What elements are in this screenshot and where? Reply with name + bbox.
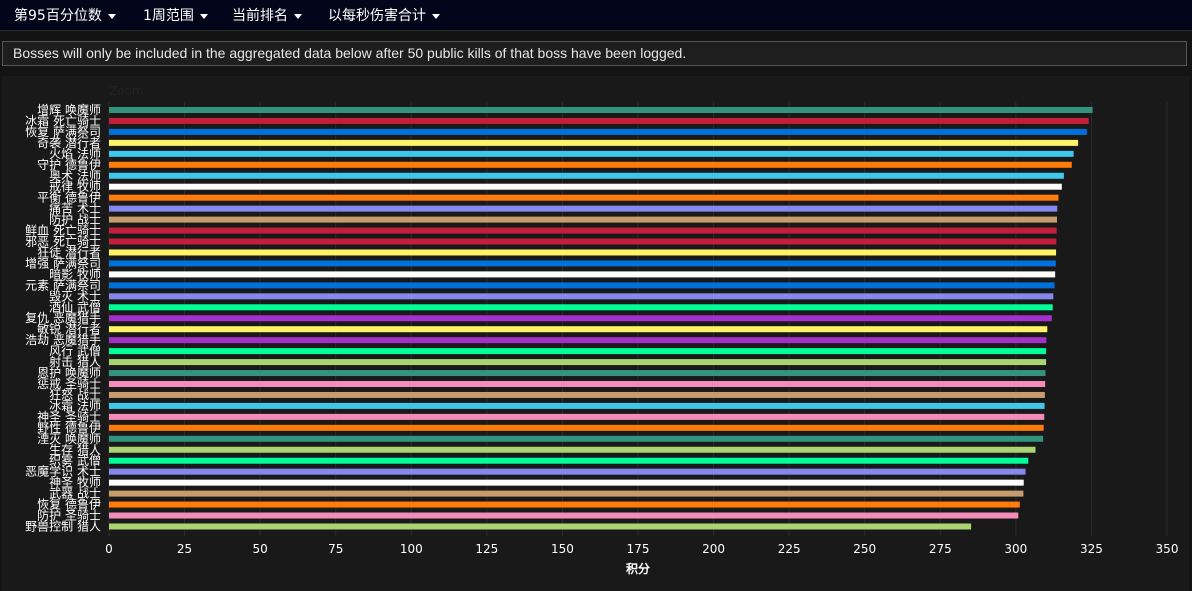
ranking-label: 当前排名 — [232, 8, 288, 24]
bar[interactable] — [109, 227, 1057, 234]
bar[interactable] — [109, 216, 1057, 223]
bar[interactable] — [109, 117, 1089, 124]
bar[interactable] — [109, 468, 1026, 475]
bar[interactable] — [109, 194, 1059, 201]
bar[interactable] — [109, 293, 1054, 300]
bar[interactable] — [109, 315, 1052, 322]
bar[interactable] — [109, 446, 1036, 453]
x-tick-label: 250 — [853, 542, 876, 556]
chevron-down-icon — [294, 13, 302, 19]
bar[interactable] — [109, 479, 1024, 486]
bar[interactable] — [109, 107, 1093, 113]
top-toolbar: 第95百分位数 1周范围 当前排名 以每秒伤害合计 — [0, 0, 1192, 31]
zoom-label[interactable]: Zoom — [109, 84, 144, 98]
ranking-dropdown[interactable]: 当前排名 — [232, 5, 302, 25]
x-tick-label: 125 — [475, 542, 498, 556]
bar[interactable] — [109, 359, 1047, 366]
bar[interactable] — [109, 457, 1029, 464]
bar[interactable] — [109, 238, 1057, 245]
x-tick-label: 50 — [253, 542, 268, 556]
chevron-down-icon — [199, 13, 208, 19]
range-dropdown[interactable]: 1周范围 — [143, 5, 208, 25]
chevron-down-icon — [432, 13, 440, 19]
bar[interactable] — [109, 205, 1058, 212]
chevron-down-icon — [107, 13, 116, 19]
x-tick-label: 100 — [400, 542, 423, 556]
x-tick-label: 350 — [1156, 542, 1179, 556]
metric-label: 以每秒伤害合计 — [328, 8, 426, 24]
y-axis-label: 野兽控制 猎人 — [25, 519, 101, 533]
percentile-dropdown[interactable]: 第95百分位数 — [14, 5, 116, 25]
x-tick-label: 0 — [105, 542, 113, 556]
bars — [109, 107, 1093, 530]
bar[interactable] — [109, 490, 1024, 497]
bar[interactable] — [109, 139, 1079, 146]
bar-chart: Zoom 增辉 唤魔师冰霜 死亡骑士恢复 萨满祭司奇袭 潜行者火焰 法师守护 德… — [25, 84, 1178, 576]
bar[interactable] — [109, 523, 972, 530]
bar[interactable] — [109, 249, 1057, 256]
x-tick-label: 175 — [627, 542, 650, 556]
chart-container: Zoom 增辉 唤魔师 冰霜 死亡骑士 恢复 萨满祭司 奇袭 潜行者 火焰 法师 守护 德… — [2, 76, 1189, 591]
percentile-label: 第95百分位数 — [14, 8, 102, 24]
bar[interactable] — [109, 161, 1072, 168]
bar[interactable] — [109, 391, 1045, 398]
bar[interactable] — [109, 304, 1053, 311]
x-tick-label: 150 — [551, 542, 574, 556]
bar[interactable] — [109, 413, 1045, 420]
notice-banner: Bosses will only be included in the aggr… — [2, 41, 1187, 66]
bar[interactable] — [109, 172, 1064, 179]
x-tick-label: 225 — [778, 542, 801, 556]
bar[interactable] — [109, 370, 1046, 377]
bar[interactable] — [109, 326, 1048, 333]
x-tick-label: 200 — [702, 542, 725, 556]
x-tick-label: 25 — [177, 542, 192, 556]
bar[interactable] — [109, 402, 1045, 409]
bar[interactable] — [109, 128, 1087, 135]
bar[interactable] — [109, 183, 1062, 190]
x-tick-label: 325 — [1080, 542, 1103, 556]
metric-dropdown[interactable]: 以每秒伤害合计 — [328, 5, 440, 25]
x-tick-label: 275 — [929, 542, 952, 556]
x-axis-title: 积分 — [626, 561, 650, 576]
bar[interactable] — [109, 381, 1046, 387]
x-axis-ticks: 0 25 50 75 100 125 150 175 200 225 250 275 300 325 350 — [105, 542, 1178, 556]
bar[interactable] — [109, 337, 1047, 344]
bar[interactable] — [109, 435, 1044, 442]
bar[interactable] — [109, 424, 1044, 431]
bar[interactable] — [109, 271, 1056, 278]
bar[interactable] — [109, 150, 1074, 157]
bar[interactable] — [109, 501, 1020, 508]
bar[interactable] — [109, 512, 1019, 519]
bar[interactable] — [109, 282, 1055, 289]
x-tick-label: 75 — [328, 542, 343, 556]
range-label: 1周范围 — [143, 8, 194, 24]
bar[interactable] — [109, 348, 1047, 355]
bar[interactable] — [109, 260, 1056, 267]
x-tick-label: 300 — [1004, 542, 1027, 556]
y-axis-labels: 增辉 唤魔师冰霜 死亡骑士恢复 萨满祭司奇袭 潜行者火焰 法师守护 德鲁伊奥术 … — [25, 102, 101, 533]
